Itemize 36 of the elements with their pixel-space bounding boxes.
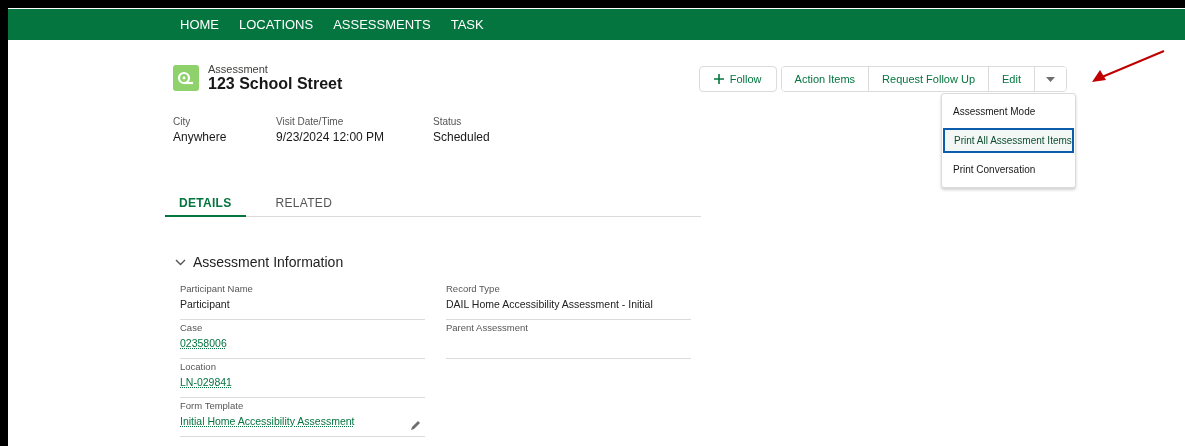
nav-link[interactable]: ASSESSMENTS: [333, 17, 431, 32]
field-value: DAIL Home Accessibility Assessment - Initial: [446, 298, 654, 310]
nav-link[interactable]: LOCATIONS: [239, 17, 314, 32]
field-label: Form Template: [180, 400, 245, 411]
plus-icon: [713, 74, 724, 84]
chevron-icon[interactable]: [175, 258, 186, 266]
field-value: 9/23/2024 12:00 PM: [276, 130, 386, 144]
pencil-icon[interactable]: [410, 420, 421, 431]
field-value: Scheduled: [433, 130, 490, 144]
menu-item[interactable]: Print All Assessment Items: [943, 128, 1074, 153]
record-type: Assessment: [208, 63, 269, 75]
follow-button[interactable]: Follow: [698, 66, 777, 92]
nav-link[interactable]: TASK: [450, 17, 484, 32]
record-link[interactable]: LN-029841: [180, 376, 232, 388]
record-link[interactable]: Initial Home Accessibility Assessment: [180, 415, 355, 427]
field-label: Visit Date/Time: [276, 116, 345, 127]
tab[interactable]: DETAILS: [165, 193, 246, 217]
menu-item[interactable]: Assessment Mode: [942, 99, 1075, 124]
record-title: 123 School Street: [208, 75, 343, 93]
field-label: Status: [433, 116, 463, 127]
tab[interactable]: RELATED: [261, 193, 347, 217]
menu-item[interactable]: Print Conversation: [942, 157, 1075, 182]
more-actions-button[interactable]: [1034, 67, 1066, 91]
record-link[interactable]: 02358006: [180, 337, 227, 349]
caret-icon: [1046, 76, 1055, 82]
nav-link[interactable]: HOME: [180, 17, 219, 32]
section-title: Assessment Information: [193, 254, 344, 270]
field-label: Parent Assessment: [446, 322, 529, 333]
field-label: Participant Name: [180, 283, 254, 294]
field-label: Location: [180, 361, 217, 372]
field-label: City: [173, 116, 192, 127]
field-label: Record Type: [446, 283, 501, 294]
tape-measure-icon: [173, 65, 199, 91]
field-label: Case: [180, 322, 204, 333]
field-value: Participant: [180, 298, 231, 310]
field-value: Anywhere: [173, 130, 228, 144]
